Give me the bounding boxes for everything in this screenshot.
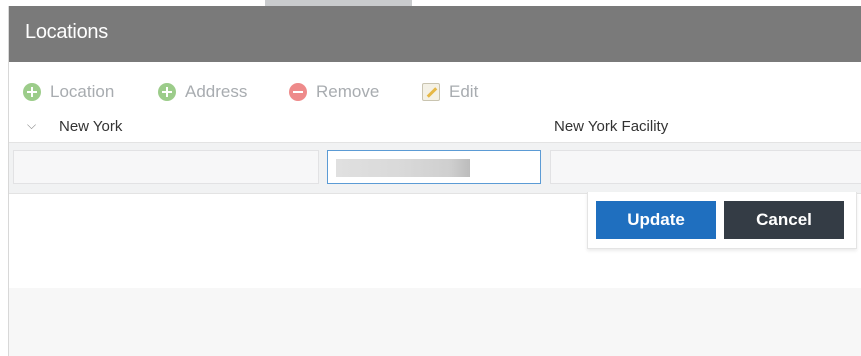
node-name: New York — [59, 118, 123, 135]
panel-title: Locations — [25, 21, 108, 43]
edit-label: Edit — [449, 82, 479, 101]
tree-row-new-york[interactable]: ⌵ New York New York Facility — [9, 112, 861, 140]
editor-actions: Update Cancel — [587, 192, 857, 249]
name-field[interactable] — [13, 150, 319, 184]
add-location-button[interactable]: Location — [23, 81, 114, 103]
add-circle-icon — [158, 83, 176, 101]
remove-label: Remove — [316, 82, 380, 101]
add-address-label: Address — [185, 82, 248, 101]
chevron-down-icon[interactable]: ⌵ — [27, 118, 36, 133]
toolbar: Location Address Remove Edit — [9, 62, 861, 112]
node-description: New York Facility — [554, 118, 669, 135]
value-field-active[interactable] — [327, 150, 541, 184]
add-circle-icon — [23, 83, 41, 101]
row-editor — [9, 142, 861, 194]
cancel-button[interactable]: Cancel — [724, 201, 844, 239]
edit-pencil-icon — [422, 83, 440, 101]
panel-header: Locations — [9, 6, 861, 62]
locations-panel: Locations Location Address Remove Edit ⌵… — [8, 6, 861, 356]
remove-button[interactable]: Remove — [289, 81, 379, 103]
add-location-label: Location — [50, 82, 115, 101]
redacted-value — [336, 159, 470, 177]
edit-button[interactable]: Edit — [422, 81, 478, 103]
description-field[interactable] — [550, 150, 861, 184]
remove-circle-icon — [289, 83, 307, 101]
empty-list-area — [9, 288, 861, 356]
add-address-button[interactable]: Address — [158, 81, 247, 103]
update-button[interactable]: Update — [596, 201, 716, 239]
